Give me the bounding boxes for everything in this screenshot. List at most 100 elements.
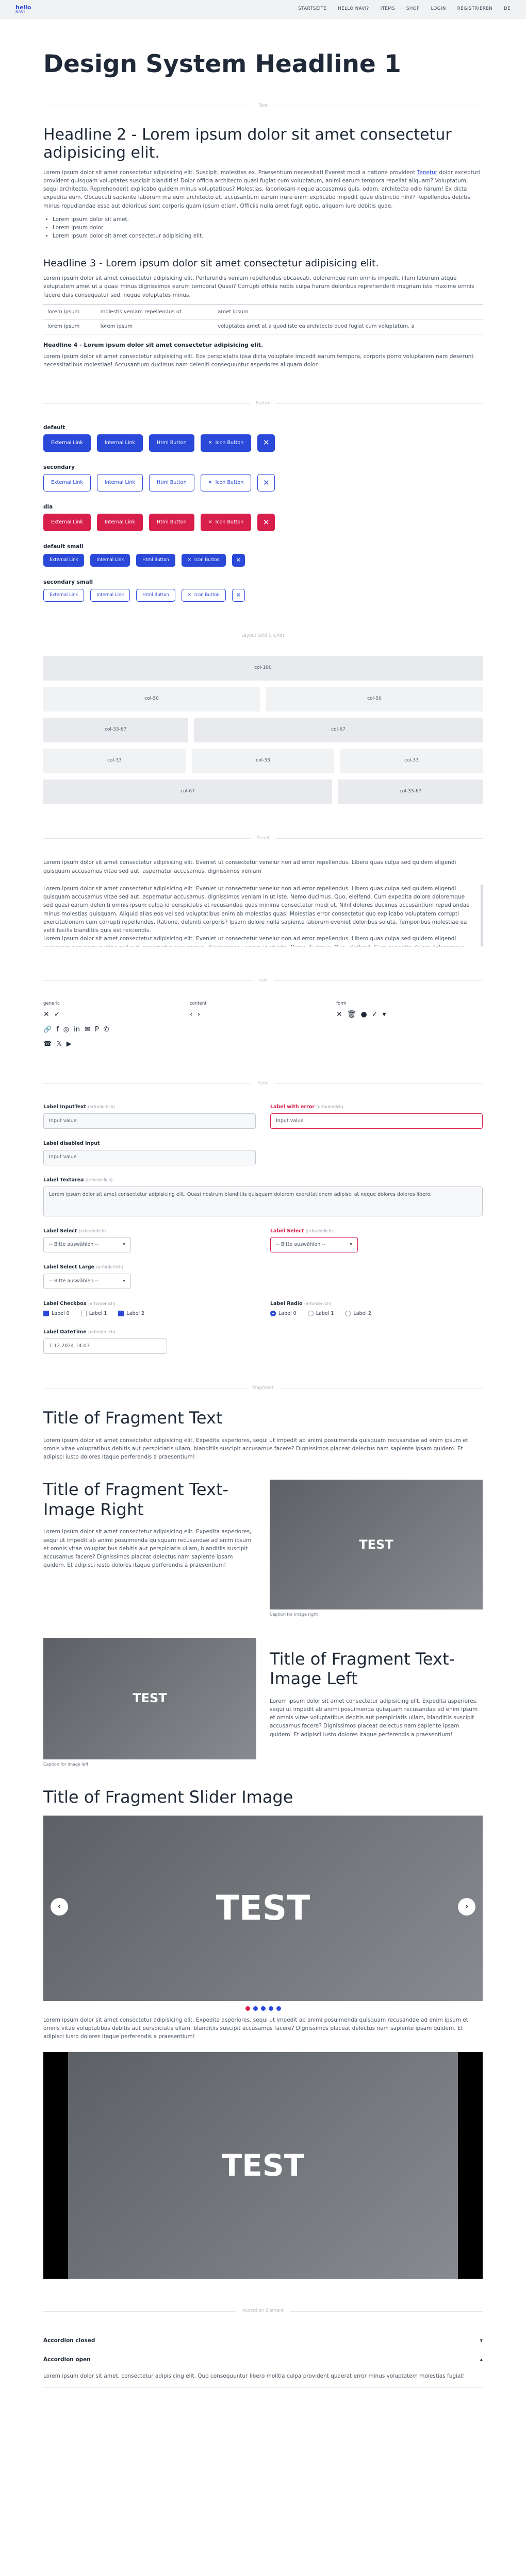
grid-cell: col-100	[43, 656, 483, 681]
nav-item[interactable]: STARTSEITE	[298, 6, 326, 12]
checkbox[interactable]: Label 2	[118, 1310, 144, 1318]
youtube-icon[interactable]: ▶	[67, 1039, 72, 1049]
text-input[interactable]: Input value	[43, 1113, 256, 1129]
html-button[interactable]: Html Button	[149, 474, 194, 492]
social-icons: ☎ 𝕏 ▶	[43, 1039, 483, 1049]
check-icon: ✓	[371, 1010, 378, 1019]
scroll-container[interactable]: Lorem ipsum dolor sit amet consectetur a…	[43, 884, 483, 946]
internal-link-button[interactable]: Internal Link	[96, 434, 143, 452]
checkbox-field: Label Checkbox (erforderlich) Label 0 La…	[43, 1300, 256, 1317]
pinterest-icon[interactable]: P	[95, 1025, 99, 1035]
bullet-list: Lorem ipsum dolor sit amet. Lorem ipsum …	[53, 215, 483, 241]
close-icon: ✕	[208, 519, 212, 526]
icon-button[interactable]: ✕ Icon Button	[200, 514, 252, 532]
nav-item[interactable]: LOGIN	[431, 6, 446, 12]
icon-button[interactable]: ✕ Icon Button	[200, 474, 252, 492]
nav-item[interactable]: ITEMS	[381, 6, 395, 12]
close-icon-button[interactable]: ✕	[232, 553, 245, 567]
radio-field: Label Radio (erforderlich) Label 0 Label…	[270, 1300, 483, 1317]
fragment-image: TEST	[270, 1480, 483, 1610]
html-button[interactable]: Html Button	[136, 589, 175, 602]
section-divider: Text	[43, 103, 483, 109]
close-icon-button[interactable]: ✕	[232, 589, 245, 602]
phone-icon[interactable]: ☎	[43, 1039, 52, 1049]
close-icon: ✕	[336, 1010, 342, 1019]
accordion-header[interactable]: Accordion open ▴	[43, 2350, 483, 2369]
slider-dot[interactable]	[268, 2006, 273, 2011]
select[interactable]: -- Bitte auswählen -- ▾	[43, 1237, 131, 1253]
section-divider: Scroll	[43, 835, 483, 842]
textarea-field: Label Textarea (erforderlich) Lorem ipsum…	[43, 1177, 483, 1216]
select[interactable]: -- Bitte auswählen -- ▾	[43, 1273, 131, 1289]
external-link-button[interactable]: External Link	[43, 474, 91, 492]
radio[interactable]: Label 1	[307, 1310, 334, 1318]
video-player[interactable]: TEST	[43, 2052, 483, 2279]
input-error-field: Label with error (erforderlich) Input val…	[270, 1104, 483, 1129]
radio[interactable]: Label 0	[270, 1310, 297, 1318]
close-icon: ✕	[187, 592, 191, 598]
icon-button[interactable]: ✕ Icon Button	[200, 434, 252, 452]
slider-dot[interactable]	[260, 2006, 266, 2011]
html-button[interactable]: Html Button	[149, 434, 194, 452]
nav-item[interactable]: DE	[504, 6, 511, 12]
textarea[interactable]: Lorem ipsum dolor sit amet consectetur a…	[43, 1186, 483, 1216]
instagram-icon[interactable]: ◎	[63, 1025, 69, 1035]
nav-item[interactable]: REGISTRIEREN	[457, 6, 492, 12]
close-icon-button[interactable]: ✕	[257, 474, 275, 492]
close-icon-button[interactable]: ✕	[257, 514, 275, 532]
slider-prev-button[interactable]: ‹	[51, 1897, 68, 1916]
fragment-title: Title of Fragment Slider Image	[43, 1787, 293, 1807]
inline-link[interactable]: Tenetur	[417, 170, 437, 176]
list-item: Lorem ipsum dolor	[53, 224, 483, 232]
html-button[interactable]: Html Button	[149, 514, 194, 532]
body-text: Lorem ipsum dolor sit amet consectetur a…	[43, 2016, 468, 2040]
slider-next-button[interactable]: ›	[458, 1897, 475, 1916]
checkbox[interactable]: Label 0	[43, 1310, 70, 1318]
scrollbar-thumb[interactable]	[481, 885, 483, 916]
image-slider: TEST ‹ ›	[43, 1815, 483, 2001]
body-text: Lorem ipsum dolor sit amet consectetur a…	[43, 859, 456, 874]
internal-link-button[interactable]: Internal Link	[96, 514, 143, 532]
logo[interactable]: hello NAVI	[15, 5, 36, 14]
trash-icon: 🗑	[347, 1010, 356, 1019]
accordion-header[interactable]: Accordion closed ▾	[43, 2331, 483, 2350]
body-text: Lorem ipsum dolor sit amet consectetur a…	[43, 169, 480, 209]
linkedin-icon[interactable]: in	[74, 1025, 80, 1035]
nav-item[interactable]: HELLO NAVI?	[338, 6, 369, 12]
table-row: lorem ipsum molestis veniam repellendus u…	[43, 304, 483, 320]
headline-2: Headline 2 - Lorem ipsum dolor sit amet …	[43, 125, 452, 162]
list-item: Lorem ipsum dolor sit amet.	[53, 215, 483, 224]
facebook-icon[interactable]: f	[56, 1025, 59, 1035]
external-link-button[interactable]: External Link	[43, 553, 85, 567]
radio[interactable]: Label 2	[345, 1310, 371, 1318]
slider-dot[interactable]	[253, 2006, 258, 2011]
chevron-down-icon: ▾	[123, 1241, 125, 1247]
slider-dot[interactable]	[245, 2006, 250, 2011]
whatsapp-icon[interactable]: ✆	[104, 1025, 109, 1035]
mail-icon[interactable]: ✉	[85, 1025, 90, 1035]
internal-link-button[interactable]: Internal Link	[96, 474, 143, 492]
datetime-input[interactable]: 1.12.2024 14:03	[43, 1338, 167, 1354]
html-button[interactable]: Html Button	[136, 553, 175, 567]
select[interactable]: -- Bitte auswählen -- ▾	[270, 1237, 358, 1253]
text-input-disabled: Input value	[43, 1149, 256, 1165]
link-icon[interactable]: 🔗	[43, 1025, 52, 1035]
text-input-error[interactable]: Input value	[270, 1113, 483, 1129]
checkbox[interactable]: Label 1	[80, 1310, 107, 1318]
external-link-button[interactable]: External Link	[43, 514, 91, 532]
internal-link-button[interactable]: Internal Link	[90, 589, 130, 602]
icon-button[interactable]: ✕ Icon Button	[181, 553, 226, 567]
nav-item[interactable]: SHOP	[406, 6, 420, 12]
data-table: lorem ipsum molestis veniam repellendus u…	[43, 304, 483, 334]
image-caption: Caption for image right	[270, 1612, 318, 1617]
external-link-button[interactable]: External Link	[43, 434, 91, 452]
external-link-button[interactable]: External Link	[43, 589, 85, 602]
grid-cell: col-50	[43, 687, 260, 712]
x-icon[interactable]: 𝕏	[56, 1039, 61, 1049]
chevron-down-icon: ▾	[382, 1010, 386, 1019]
select-error-field: Label Select (erforderlich) -- Bitte ausw…	[270, 1228, 483, 1253]
slider-dot[interactable]	[276, 2006, 281, 2011]
icon-button[interactable]: ✕ Icon Button	[181, 589, 226, 602]
close-icon-button[interactable]: ✕	[257, 434, 275, 452]
internal-link-button[interactable]: Internal Link	[90, 553, 130, 567]
